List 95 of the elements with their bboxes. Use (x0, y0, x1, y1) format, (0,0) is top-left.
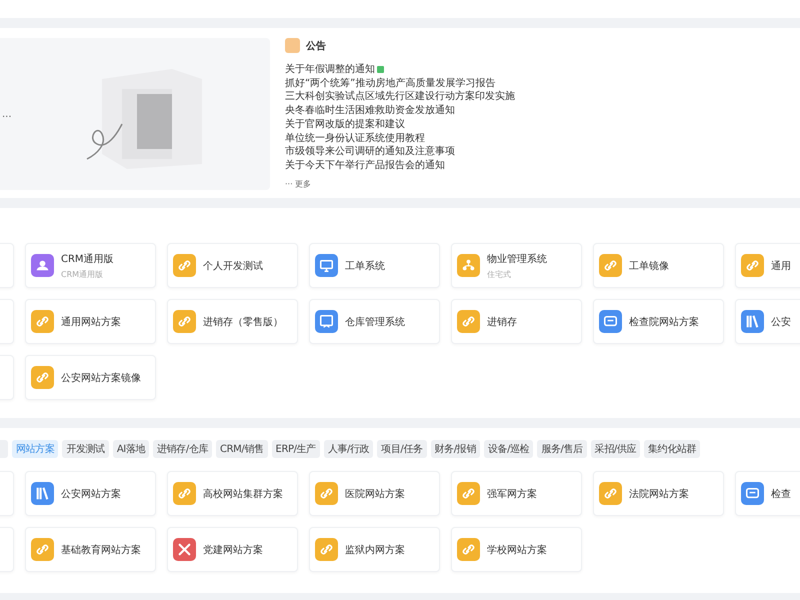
app-card[interactable]: 学校网站方案 (451, 527, 582, 572)
notice-link[interactable]: 关于今天下午举行产品报告会的通知 (285, 158, 445, 173)
link-icon (457, 482, 480, 505)
link-icon (457, 310, 480, 333)
app-card[interactable]: 公安网站方案 (25, 471, 156, 516)
link-icon (457, 538, 480, 561)
app-card[interactable]: 公安 (735, 299, 800, 344)
link-icon (599, 482, 622, 505)
app-card[interactable]: 工单系统 (309, 243, 440, 288)
category-tab[interactable]: 人事/行政 (324, 440, 374, 458)
category-tab[interactable]: 进销存/仓库 (153, 440, 212, 458)
app-title: 工单系统 (345, 260, 385, 272)
app-title: 检查 (771, 488, 791, 500)
notice-link[interactable]: 单位统一身份认证系统使用教程 (285, 132, 425, 146)
app-title: 检查院网站方案 (629, 316, 699, 328)
link-icon (315, 482, 338, 505)
app-card[interactable]: 工单镜像 (593, 243, 724, 288)
category-tab[interactable]: 财务/报销 (430, 440, 480, 458)
app-card[interactable]: 基础教育网站方案 (25, 527, 156, 572)
hierarchy-icon (457, 254, 480, 277)
app-title: 个人开发测试 (203, 260, 263, 272)
app-card[interactable]: 通用 (735, 243, 800, 288)
app-title: 通用网站方案 (61, 316, 121, 328)
category-tab[interactable]: CRM/销售 (216, 440, 268, 458)
app-title: 公安 (771, 316, 791, 328)
app-subtitle: 住宅式 (487, 268, 512, 280)
app-title: 监狱内网方案 (345, 544, 405, 556)
app-card[interactable]: 检查 (735, 471, 800, 516)
link-icon (741, 254, 764, 277)
app-title: 仓库管理系统 (345, 316, 405, 328)
app-title: 医院网站方案 (345, 488, 405, 500)
app-title: 通用 (771, 260, 791, 272)
banner-hint: ... (2, 108, 12, 120)
notice-title: 公告 (306, 40, 326, 52)
app-card[interactable]: 进销存（零售版） (167, 299, 298, 344)
app-card[interactable]: 检查院网站方案 (593, 299, 724, 344)
app-title: 工单镜像 (629, 260, 669, 272)
app-title: 法院网站方案 (629, 488, 689, 500)
app-title: CRM通用版 (61, 252, 114, 266)
screen-icon (315, 310, 338, 333)
link-icon (173, 254, 196, 277)
link-icon (31, 366, 54, 389)
app-title: 党建网站方案 (203, 544, 263, 556)
user-icon (31, 254, 54, 277)
app-card[interactable]: 法院网站方案 (593, 471, 724, 516)
category-tab[interactable]: 采招/供应 (590, 440, 640, 458)
category-tab[interactable]: 集约化站群 (644, 440, 700, 458)
link-icon (599, 254, 622, 277)
app-card[interactable]: 高校网站集群方案 (167, 471, 298, 516)
chat-icon (741, 482, 764, 505)
category-tab[interactable]: 开发测试 (62, 440, 109, 458)
app-title: 高校网站集群方案 (203, 488, 283, 500)
books-icon (31, 482, 54, 505)
app-title: 强军网方案 (487, 488, 537, 500)
link-icon (173, 310, 196, 333)
app-title: 进销存 (487, 316, 517, 328)
app-card[interactable]: 通用网站方案 (25, 299, 156, 344)
app-title: 进销存（零售版） (203, 316, 283, 328)
category-tab[interactable]: 项目/任务 (377, 440, 427, 458)
app-title: 学校网站方案 (487, 544, 547, 556)
app-card[interactable]: 公安网站方案镜像 (25, 355, 156, 400)
app-card[interactable]: 进销存 (451, 299, 582, 344)
notice-link[interactable]: 市级领导来公司调研的通知及注意事项 (285, 145, 455, 159)
notice-link[interactable]: 关于官网改版的提案和建议 (285, 118, 405, 132)
category-tab[interactable]: 设备/巡检 (484, 440, 534, 458)
app-card[interactable]: 仓库管理系统 (309, 299, 440, 344)
chat-icon (599, 310, 622, 333)
app-title: 公安网站方案镜像 (61, 372, 141, 384)
link-icon (315, 538, 338, 561)
notice-link[interactable]: 央冬春临时生活困难救助资金发放通知 (285, 104, 455, 118)
more-link[interactable]: ··· 更多 (285, 178, 469, 190)
link-icon (31, 538, 54, 561)
app-card[interactable]: 物业管理系统 住宅式 (451, 243, 582, 288)
app-card[interactable]: 监狱内网方案 (309, 527, 440, 572)
books-icon (741, 310, 764, 333)
tools-icon (173, 538, 196, 561)
notice-icon (285, 38, 300, 53)
link-icon (31, 310, 54, 333)
app-card[interactable]: 强军网方案 (451, 471, 582, 516)
app-card[interactable]: 医院网站方案 (309, 471, 440, 516)
app-card[interactable]: 党建网站方案 (167, 527, 298, 572)
category-tab[interactable]: AI落地 (112, 440, 150, 458)
category-tab[interactable]: ERP/生产 (272, 440, 320, 458)
app-title: 公安网站方案 (61, 488, 121, 500)
notice-link[interactable]: 抓好“两个统筹”推动房地产高质量发展学习报告 (285, 76, 496, 90)
monitor-icon (315, 254, 338, 277)
link-icon (173, 482, 196, 505)
app-title: 基础教育网站方案 (61, 544, 141, 556)
category-tab[interactable]: 服务/售后 (537, 440, 587, 458)
notice-link[interactable]: 三大科创实验试点区域先行区建设行动方案印发实施 (285, 90, 515, 104)
app-card[interactable]: CRM通用版 CRM通用版 (25, 243, 156, 288)
app-title: 物业管理系统 (487, 252, 547, 266)
notice-link[interactable]: 关于年假调整的通知 (285, 63, 375, 77)
app-subtitle: CRM通用版 (61, 268, 104, 280)
app-card[interactable]: 个人开发测试 (167, 243, 298, 288)
